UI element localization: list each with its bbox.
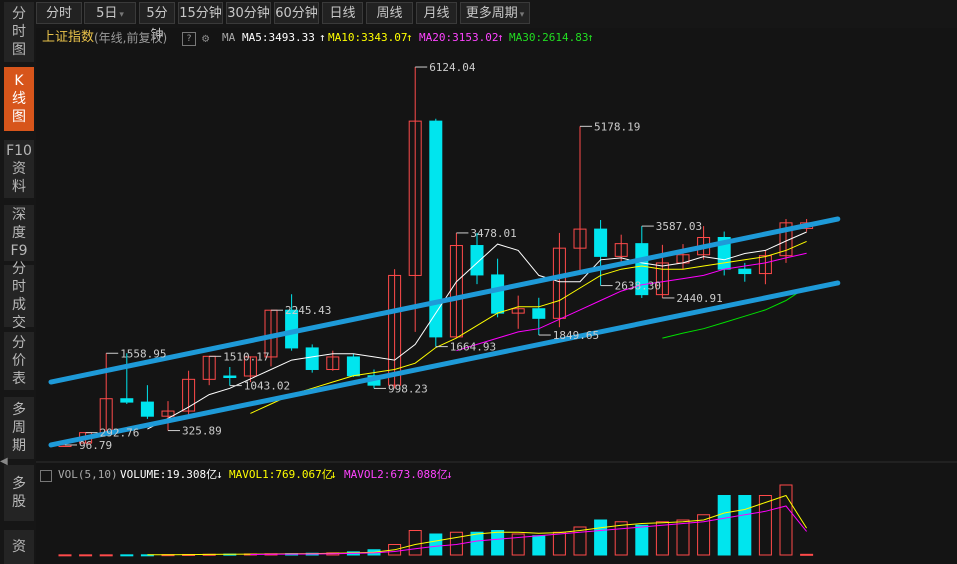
price-label: 1664.93 [450,341,496,354]
volume-bar [614,521,628,556]
price-label: 325.89 [182,425,222,438]
kline-chart[interactable]: 96.79292.76 1558.95 325.89 1510.17 1043.02 22… [0,0,957,564]
volume-bar [79,554,93,557]
price-label: 998.23 [388,382,428,395]
volume-bar [676,519,690,556]
volume-bar [470,531,484,556]
candle-body [120,398,134,403]
candle-body [140,401,154,417]
volume-bar [408,530,422,556]
candle-body [305,347,319,370]
volume-bar [532,535,546,556]
volume-bar [120,554,134,557]
price-label: 1510.17 [223,350,269,363]
volume-bar [491,530,505,556]
volume-bar [429,533,443,556]
candle-body [470,245,484,276]
price-label: 5178.19 [594,120,640,133]
volume-bar [655,521,669,556]
candle-body [532,308,546,319]
candle-body [223,375,237,379]
volume-bar [594,519,608,556]
volume-bar [552,531,566,556]
volume-bar [738,495,752,556]
price-label: 96.79 [79,439,112,452]
price-label: 1043.02 [244,380,290,393]
price-label: 292.76 [100,427,140,440]
price-label: 2245.43 [285,304,331,317]
volume-bar [99,554,113,557]
volume-bar [58,554,72,557]
candle-body [738,268,752,275]
volume-bar [635,524,649,556]
price-label: 6124.04 [429,61,476,74]
price-label: 1849.65 [553,329,599,342]
channel-line-1 [48,280,841,448]
volume-bar [800,553,814,556]
price-label: 3478.01 [470,227,516,240]
price-label: 3587.03 [656,220,702,233]
candle-body [346,356,360,377]
price-label: 1558.95 [120,347,166,360]
price-label: 2638.30 [615,280,661,293]
price-label: 2440.91 [676,292,722,305]
candle-body [491,274,505,314]
volume-bar [717,495,731,556]
candle-body [594,228,608,257]
